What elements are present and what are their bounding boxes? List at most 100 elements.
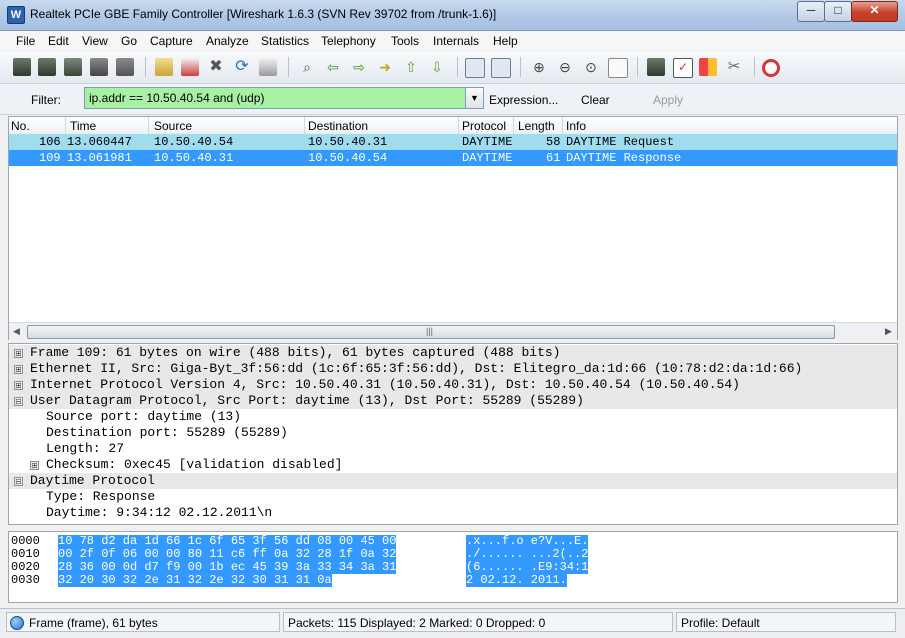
toolbar-separator xyxy=(520,57,521,77)
open-file-icon[interactable] xyxy=(155,58,173,76)
collapse-icon[interactable]: ⊟ xyxy=(14,397,23,406)
expand-icon[interactable]: ⊞ xyxy=(14,381,23,390)
filter-label: Filter: xyxy=(31,93,61,107)
colorize-icon[interactable] xyxy=(465,58,485,78)
expand-icon[interactable]: ⊞ xyxy=(14,365,23,374)
menu-view[interactable]: View xyxy=(82,34,108,48)
filter-input[interactable]: ip.addr == 10.50.40.54 and (udp) xyxy=(84,87,470,109)
expert-info-icon[interactable] xyxy=(10,616,24,630)
go-forward-icon[interactable]: ⇨ xyxy=(350,58,368,76)
minimize-button[interactable]: ─ xyxy=(797,1,825,22)
resize-columns-icon[interactable] xyxy=(608,58,628,78)
packet-row[interactable]: 106 13.060447 10.50.40.54 10.50.40.31 DA… xyxy=(9,134,897,150)
print-icon[interactable] xyxy=(259,58,277,76)
menu-capture[interactable]: Capture xyxy=(150,34,193,48)
clear-button[interactable]: Clear xyxy=(581,93,610,107)
bytes-ascii[interactable]: 2 02.12. 2011. xyxy=(466,574,567,587)
filter-dropdown-button[interactable]: ▼ xyxy=(465,87,484,109)
expand-icon[interactable]: ⊞ xyxy=(14,349,23,358)
packet-details-tree[interactable]: ⊞ Frame 109: 61 bytes on wire (488 bits)… xyxy=(8,343,898,525)
packet-info: DAYTIME Request xyxy=(566,135,675,149)
tree-item-length[interactable]: Length: 27 xyxy=(9,441,897,457)
restart-capture-icon[interactable] xyxy=(116,58,134,76)
tree-item-label: Source port: daytime (13) xyxy=(46,409,242,424)
menu-tools[interactable]: Tools xyxy=(391,34,419,48)
packet-protocol: DAYTIME xyxy=(462,151,513,165)
expression-button[interactable]: Expression... xyxy=(489,93,558,107)
tree-item-label: Daytime: 9:34:12 02.12.2011\n xyxy=(46,505,273,520)
packet-list-hscrollbar[interactable]: ◀ ||| ▶ xyxy=(9,322,897,340)
capture-options-icon[interactable] xyxy=(38,58,56,76)
status-profile[interactable]: Profile: Default xyxy=(676,612,896,632)
maximize-button[interactable]: □ xyxy=(824,1,852,22)
zoom-out-icon[interactable]: ⊖ xyxy=(556,58,574,76)
collapse-icon[interactable]: ⊟ xyxy=(14,477,23,486)
menu-go[interactable]: Go xyxy=(121,34,137,48)
column-header-protocol[interactable]: Protocol xyxy=(462,119,506,133)
menu-analyze[interactable]: Analyze xyxy=(206,34,249,48)
last-packet-icon[interactable]: ⇩ xyxy=(428,58,446,76)
close-file-icon[interactable]: ✖ xyxy=(207,58,225,76)
window-title: Realtek PCIe GBE Family Controller [Wire… xyxy=(30,7,497,21)
menu-file[interactable]: File xyxy=(16,34,35,48)
expand-icon[interactable]: ⊞ xyxy=(30,461,39,470)
menu-internals[interactable]: Internals xyxy=(433,34,479,48)
menu-telephony[interactable]: Telephony xyxy=(321,34,376,48)
packet-bytes-pane[interactable]: 0000 10 78 d2 da 1d 66 1c 6f 65 3f 56 dd… xyxy=(8,531,898,603)
go-back-icon[interactable]: ⇦ xyxy=(324,58,342,76)
column-header-info[interactable]: Info xyxy=(566,119,586,133)
stop-capture-icon[interactable] xyxy=(90,58,108,76)
tree-item-ethernet[interactable]: ⊞ Ethernet II, Src: Giga-Byt_3f:56:dd (1… xyxy=(9,361,897,377)
first-packet-icon[interactable]: ⇧ xyxy=(402,58,420,76)
save-file-icon[interactable] xyxy=(181,58,199,76)
tree-item-destination-port[interactable]: Destination port: 55289 (55289) xyxy=(9,425,897,441)
tree-item-label: Ethernet II, Src: Giga-Byt_3f:56:dd (1c:… xyxy=(30,361,803,376)
start-capture-icon[interactable] xyxy=(64,58,82,76)
normal-size-icon[interactable]: ⊙ xyxy=(582,58,600,76)
capture-filters-icon[interactable] xyxy=(647,58,665,76)
go-to-packet-icon[interactable]: ➜ xyxy=(376,58,394,76)
packet-list-header: No. Time Source Destination Protocol Len… xyxy=(9,117,897,135)
menu-statistics[interactable]: Statistics xyxy=(261,34,309,48)
packet-row-selected[interactable]: 109 13.061981 10.50.40.31 10.50.40.54 DA… xyxy=(9,150,897,166)
tree-item-daytime[interactable]: Daytime: 9:34:12 02.12.2011\n xyxy=(9,505,897,521)
packet-no: 106 xyxy=(39,135,61,149)
tree-item-udp[interactable]: ⊟ User Datagram Protocol, Src Port: dayt… xyxy=(9,393,897,409)
autoscroll-icon[interactable] xyxy=(491,58,511,78)
tree-item-daytime-protocol[interactable]: ⊟ Daytime Protocol xyxy=(9,473,897,489)
menu-edit[interactable]: Edit xyxy=(48,34,69,48)
menu-bar: File Edit View Go Capture Analyze Statis… xyxy=(0,31,905,51)
tree-item-type[interactable]: Type: Response xyxy=(9,489,897,505)
wireshark-app-icon: W xyxy=(7,6,25,24)
column-header-destination[interactable]: Destination xyxy=(308,119,368,133)
packet-length: 61 xyxy=(546,151,561,165)
menu-help[interactable]: Help xyxy=(493,34,518,48)
scroll-right-icon[interactable]: ▶ xyxy=(885,326,892,337)
interface-list-icon[interactable] xyxy=(13,58,31,76)
close-button[interactable]: ✕ xyxy=(851,1,898,22)
coloring-rules-icon[interactable] xyxy=(699,58,717,76)
packet-destination: 10.50.40.31 xyxy=(308,135,388,149)
column-header-no[interactable]: No. xyxy=(11,119,30,133)
toolbar-separator xyxy=(145,57,146,77)
bytes-hex[interactable]: 32 20 30 32 2e 31 32 2e 32 30 31 31 0a xyxy=(58,574,332,587)
preferences-icon[interactable]: ✂ xyxy=(725,58,743,76)
column-header-length[interactable]: Length xyxy=(518,119,555,133)
packet-list[interactable]: No. Time Source Destination Protocol Len… xyxy=(8,116,898,340)
reload-icon[interactable]: ⟳ xyxy=(233,58,251,76)
help-icon[interactable] xyxy=(762,59,780,77)
column-header-time[interactable]: Time xyxy=(70,119,96,133)
column-header-source[interactable]: Source xyxy=(154,119,192,133)
find-packet-icon[interactable]: ⌕ xyxy=(298,58,316,76)
tree-item-ipv4[interactable]: ⊞ Internet Protocol Version 4, Src: 10.5… xyxy=(9,377,897,393)
tree-item-frame[interactable]: ⊞ Frame 109: 61 bytes on wire (488 bits)… xyxy=(9,345,897,361)
scroll-left-icon[interactable]: ◀ xyxy=(13,326,20,337)
packet-source: 10.50.40.31 xyxy=(154,151,234,165)
tree-item-source-port[interactable]: Source port: daytime (13) xyxy=(9,409,897,425)
display-filters-icon[interactable]: ✓ xyxy=(673,58,693,78)
tree-item-checksum[interactable]: ⊞ Checksum: 0xec45 [validation disabled] xyxy=(9,457,897,473)
scrollbar-thumb[interactable]: ||| xyxy=(27,325,835,339)
apply-button[interactable]: Apply xyxy=(653,93,683,107)
zoom-in-icon[interactable]: ⊕ xyxy=(530,58,548,76)
packet-no: 109 xyxy=(39,151,61,165)
